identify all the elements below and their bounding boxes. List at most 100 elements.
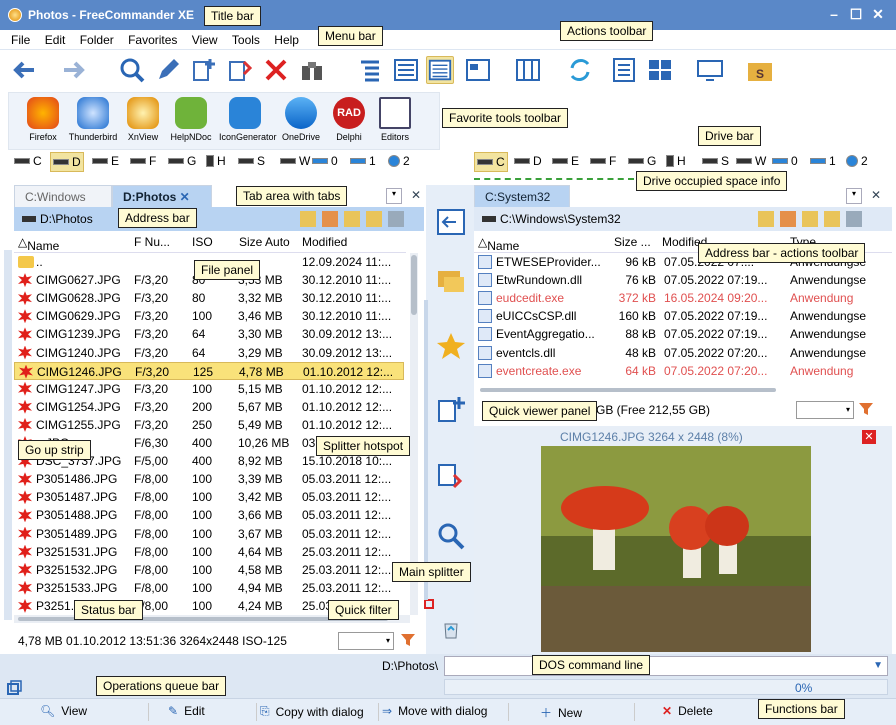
fav-editors[interactable]: Editors [369,97,421,142]
fav-delphi[interactable]: RAD Delphi [323,97,375,142]
columns-view-icon[interactable] [514,56,542,84]
fav-onedrive[interactable]: OneDrive [275,97,327,142]
drive-e-right[interactable]: E [552,154,579,168]
swap-panels-icon[interactable] [436,207,466,237]
fav-helpndoc[interactable]: HelpNDoc [165,97,217,142]
copy-with-dialog-button[interactable]: ⎘ Copy with dialog [260,704,364,719]
drive-c-right[interactable]: C [474,152,508,172]
folder-s-icon[interactable]: S [746,56,774,84]
menu-help[interactable]: Help [274,33,299,47]
tab-photos[interactable]: D:Photos ✕ [112,185,212,207]
col-name[interactable]: △ Name [18,235,59,253]
drive-w-left[interactable]: W [280,154,310,168]
drive-e-left[interactable]: E [92,154,119,168]
drive-1-left[interactable]: 1 [350,154,376,168]
layout-grid-icon[interactable] [646,56,674,84]
copy-path-icon-right[interactable] [846,211,862,227]
drive-h-left[interactable]: H [206,154,226,168]
drive-0-left[interactable]: 0 [312,154,338,168]
table-row[interactable]: CIMG1254.JPG F/3,20 200 5,67 MB 01.10.2012 1… [14,398,404,416]
drive-c-left[interactable]: C [14,154,42,168]
drive-s-right[interactable]: S [702,154,729,168]
drive-2-left[interactable]: 2 [388,154,410,168]
drive-0-right[interactable]: 0 [772,154,798,168]
move-file-icon[interactable] [226,56,254,84]
quick-filter-input[interactable]: ▾ [338,632,394,650]
tab-close-button[interactable]: ✕ [408,188,424,204]
copy-to-icon[interactable] [436,395,466,425]
drive-g-left[interactable]: G [168,154,196,168]
binoculars-icon[interactable] [298,56,326,84]
table-row[interactable]: P3251533.JPG F/8,00 100 4,94 MB 25.03.2011 1… [14,579,404,597]
queue-icon[interactable] [6,680,22,696]
favorite-folder-icon[interactable] [322,211,338,227]
table-row[interactable]: CIMG1255.JPG F/3,20 250 5,49 MB 01.10.2012 1… [14,416,404,434]
viewer-close-icon[interactable]: ✕ [862,430,876,444]
menu-view[interactable]: View [192,33,218,47]
drive-f-right[interactable]: F [590,154,616,168]
move-to-icon[interactable] [436,459,466,489]
folder-compare-icon[interactable] [436,265,466,295]
col-name-right[interactable]: △ Name [478,235,519,253]
table-row[interactable]: CIMG1246.JPG F/3,20 125 4,78 MB 01.10.2012 1… [14,361,404,380]
table-row[interactable]: P3251532.JPG F/8,00 100 4,58 MB 25.03.2011 1… [14,561,404,579]
star-icon[interactable] [436,331,466,361]
scrollbar-left[interactable] [410,253,418,615]
menu-edit[interactable]: Edit [45,33,66,47]
address-path-right[interactable]: C:\Windows\System32 [500,212,621,226]
new-button[interactable]: ＋ New [540,704,582,721]
folder-up-icon[interactable] [344,211,360,227]
table-row[interactable]: EtwRundown.dll 76 kB 07.05.2022 07:19... An… [474,271,892,289]
col-modified[interactable]: Modified [302,235,347,249]
drive-d-right[interactable]: D [514,154,542,168]
sync-icon[interactable] [566,56,594,84]
tab-menu-button[interactable]: ▾ [386,188,402,204]
drive-h-right[interactable]: H [666,154,686,168]
menu-folder[interactable]: Folder [80,33,114,47]
col-size-right[interactable]: Size ... [614,235,651,249]
filter-icon-right[interactable] [858,401,874,417]
table-row[interactable]: eUICCsCSP.dll 160 kB 07.05.2022 07:19... An… [474,307,892,325]
move-with-dialog-button[interactable]: ⇒ Move with dialog [382,704,487,718]
details-view-icon[interactable] [426,56,454,84]
search-icon[interactable] [118,56,146,84]
table-row[interactable]: eventcreate.exe 64 kB 07.05.2022 07:20... A… [474,362,892,380]
maximize-button[interactable]: ☐ [848,6,864,22]
edit-pencil-icon[interactable] [154,56,182,84]
table-row[interactable]: CIMG0628.JPG F/3,20 80 3,32 MB 30.12.2010 11… [14,289,404,307]
table-row[interactable]: CIMG1240.JPG F/3,20 64 3,29 MB 30.09.2012 13… [14,344,404,362]
drive-d-left[interactable]: D [50,152,84,172]
splitter-hotspot[interactable] [424,300,428,600]
favorite-folder-icon-right[interactable] [780,211,796,227]
copy-path-icon[interactable] [388,211,404,227]
brief-view-icon[interactable] [392,56,420,84]
checklist-icon[interactable] [610,56,638,84]
go-up-strip[interactable] [4,250,12,620]
col-iso[interactable]: ISO [192,235,213,249]
table-row[interactable]: CIMG1239.JPG F/3,20 64 3,30 MB 30.09.2012 13… [14,325,404,343]
address-path-left[interactable]: D:\Photos [40,212,93,226]
fav-xnview[interactable]: XnView [117,97,169,142]
quick-filter-input-right[interactable]: ▾ [796,401,854,419]
menu-file[interactable]: File [11,33,30,47]
table-row[interactable]: P3051486.JPG F/8,00 100 3,39 MB 05.03.2011 1… [14,470,404,488]
thumbnail-view-icon[interactable] [464,56,492,84]
tab-windows[interactable]: C:Windows [14,185,112,207]
menu-tools[interactable]: Tools [232,33,260,47]
table-row[interactable]: P3051489.JPG F/8,00 100 3,67 MB 05.03.2011 1… [14,525,404,543]
table-row[interactable]: eudcedit.exe 372 kB 16.05.2024 09:20... Anw… [474,289,892,307]
recycle-bin-icon[interactable] [442,619,460,639]
search-files-icon[interactable] [436,521,466,551]
drive-s-left[interactable]: S [238,154,265,168]
tab-close-button-right[interactable]: ✕ [868,188,884,204]
table-row[interactable]: eventcls.dll 48 kB 07.05.2022 07:20... Anwe… [474,344,892,362]
fav-firefox[interactable]: Firefox [17,97,69,142]
view-button[interactable]: 🔍︎ View [40,704,87,718]
h-scrollbar-right[interactable] [480,388,776,392]
history-icon[interactable] [300,211,316,227]
drive-2-right[interactable]: 2 [846,154,868,168]
table-row[interactable]: EventAggregatio... 88 kB 07.05.2022 07:19.… [474,325,892,343]
main-splitter-handle[interactable] [424,599,434,609]
forward-arrow-icon[interactable] [60,56,88,84]
tab-menu-button-right[interactable]: ▾ [846,188,862,204]
